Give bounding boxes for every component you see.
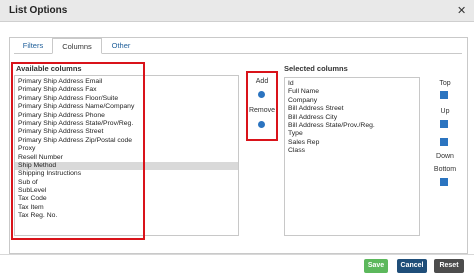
close-icon[interactable]: ✕ <box>457 4 466 17</box>
list-item[interactable]: Id <box>285 80 419 88</box>
move-up-button[interactable] <box>440 120 448 128</box>
list-item[interactable]: Company <box>285 97 419 105</box>
footer-divider <box>0 254 474 255</box>
remove-button[interactable] <box>258 121 265 128</box>
list-item[interactable]: Sales Rep <box>285 139 419 147</box>
list-item[interactable]: Bill Address State/Prov./Reg. <box>285 122 419 130</box>
add-label: Add <box>255 78 269 85</box>
move-bottom-button[interactable] <box>440 178 448 186</box>
remove-label: Remove <box>248 107 276 114</box>
available-columns-highlight <box>11 62 145 240</box>
up-label: Up <box>440 108 450 115</box>
list-item[interactable]: Class <box>285 147 419 155</box>
tab-filters[interactable]: Filters <box>14 38 52 54</box>
list-item[interactable]: Full Name <box>285 88 419 96</box>
selected-columns-label: Selected columns <box>284 64 348 73</box>
selected-columns-list[interactable]: Id Full Name Company Bill Address Street Bil… <box>284 77 420 236</box>
tab-columns[interactable]: Columns <box>52 38 102 54</box>
down-label: Down <box>436 153 454 160</box>
move-down-button[interactable] <box>440 138 448 146</box>
tab-other[interactable]: Other <box>102 38 140 54</box>
window-title: List Options <box>9 5 68 16</box>
list-item[interactable]: Bill Address Street <box>285 105 419 113</box>
cancel-button[interactable]: Cancel <box>397 259 427 273</box>
bottom-label: Bottom <box>433 166 457 173</box>
move-top-button[interactable] <box>440 91 448 99</box>
reset-button[interactable]: Reset <box>434 259 464 273</box>
add-button[interactable] <box>258 91 265 98</box>
list-item[interactable]: Type <box>285 130 419 138</box>
title-bar <box>0 0 474 22</box>
top-label: Top <box>439 80 451 87</box>
save-button[interactable]: Save <box>364 259 388 273</box>
list-item[interactable]: Bill Address City <box>285 114 419 122</box>
